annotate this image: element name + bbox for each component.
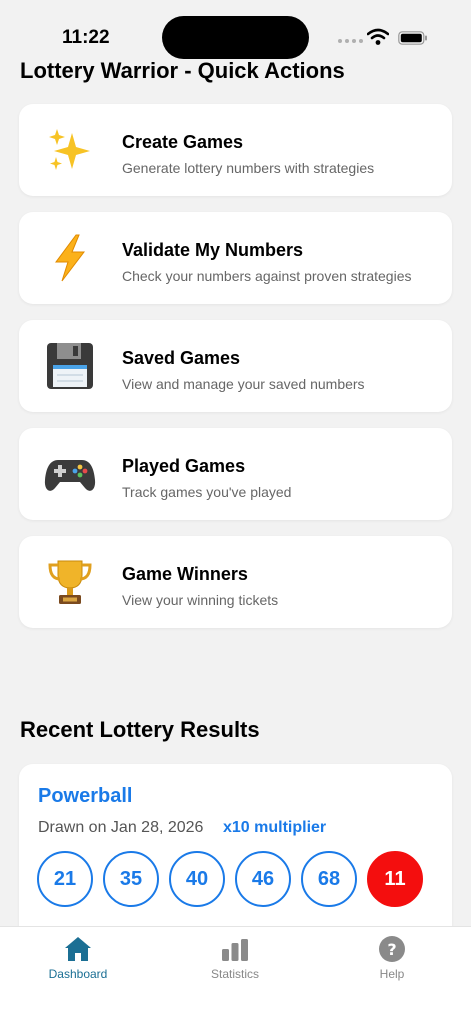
- saved-games-title: Saved Games: [122, 348, 241, 368]
- tab-statistics[interactable]: Statistics: [185, 935, 285, 981]
- validate-numbers-subtitle: Check your numbers against proven strate…: [122, 268, 412, 284]
- wifi-icon: [367, 28, 389, 45]
- saved-games-card[interactable]: Saved Games View and manage your saved n…: [19, 320, 452, 412]
- played-games-card[interactable]: Played Games Track games you've played: [19, 428, 452, 520]
- saved-games-subtitle: View and manage your saved numbers: [122, 376, 365, 392]
- status-bar: 11:22: [0, 0, 471, 60]
- multiplier-label: x10 multiplier: [223, 819, 327, 836]
- validate-numbers-title: Validate My Numbers: [122, 240, 304, 260]
- tab-bar: Dashboard Statistics ? Help: [0, 926, 471, 1024]
- create-games-subtitle: Generate lottery numbers with strategies: [122, 160, 375, 176]
- create-games-card[interactable]: Create Games Generate lottery numbers wi…: [19, 104, 452, 196]
- lightning-icon: [43, 232, 97, 284]
- game-winners-title: Game Winners: [122, 564, 248, 584]
- winning-numbers: 21 35 40 46 68 11: [37, 851, 423, 907]
- game-winners-subtitle: View your winning tickets: [122, 592, 279, 608]
- tab-help[interactable]: ? Help: [342, 935, 442, 981]
- house-icon: [65, 937, 91, 961]
- battery-icon: [398, 31, 427, 45]
- sparkles-icon: [43, 124, 97, 176]
- floppy-disk-icon: [43, 340, 97, 392]
- powerball-number: 11: [367, 851, 423, 907]
- played-games-title: Played Games: [122, 456, 246, 476]
- recent-results-title: Recent Lottery Results: [20, 717, 260, 742]
- signal-icon: [338, 39, 363, 43]
- tab-dashboard[interactable]: Dashboard: [28, 935, 128, 981]
- create-games-title: Create Games: [122, 132, 244, 152]
- drawn-date: Drawn on Jan 28, 2026: [38, 819, 204, 836]
- status-time: 11:22: [62, 27, 110, 48]
- trophy-icon: [43, 556, 97, 608]
- number-ball: 40: [169, 851, 225, 907]
- played-games-subtitle: Track games you've played: [122, 484, 292, 500]
- number-ball: 35: [103, 851, 159, 907]
- svg-text:?: ?: [387, 940, 396, 959]
- tab-help-label: Help: [379, 967, 405, 981]
- game-winners-card[interactable]: Game Winners View your winning tickets: [19, 536, 452, 628]
- number-ball: 21: [37, 851, 93, 907]
- tab-dashboard-label: Dashboard: [48, 967, 108, 981]
- tab-statistics-label: Statistics: [210, 967, 259, 981]
- quick-actions-title: Lottery Warrior - Quick Actions: [20, 58, 345, 83]
- game-name: Powerball: [38, 785, 133, 807]
- number-ball: 68: [301, 851, 357, 907]
- dynamic-island: [162, 16, 309, 59]
- game-controller-icon: [43, 448, 97, 500]
- bar-chart-icon: [222, 939, 248, 961]
- validate-numbers-card[interactable]: Validate My Numbers Check your numbers a…: [19, 212, 452, 304]
- number-ball: 46: [235, 851, 291, 907]
- question-icon: ?: [379, 936, 405, 962]
